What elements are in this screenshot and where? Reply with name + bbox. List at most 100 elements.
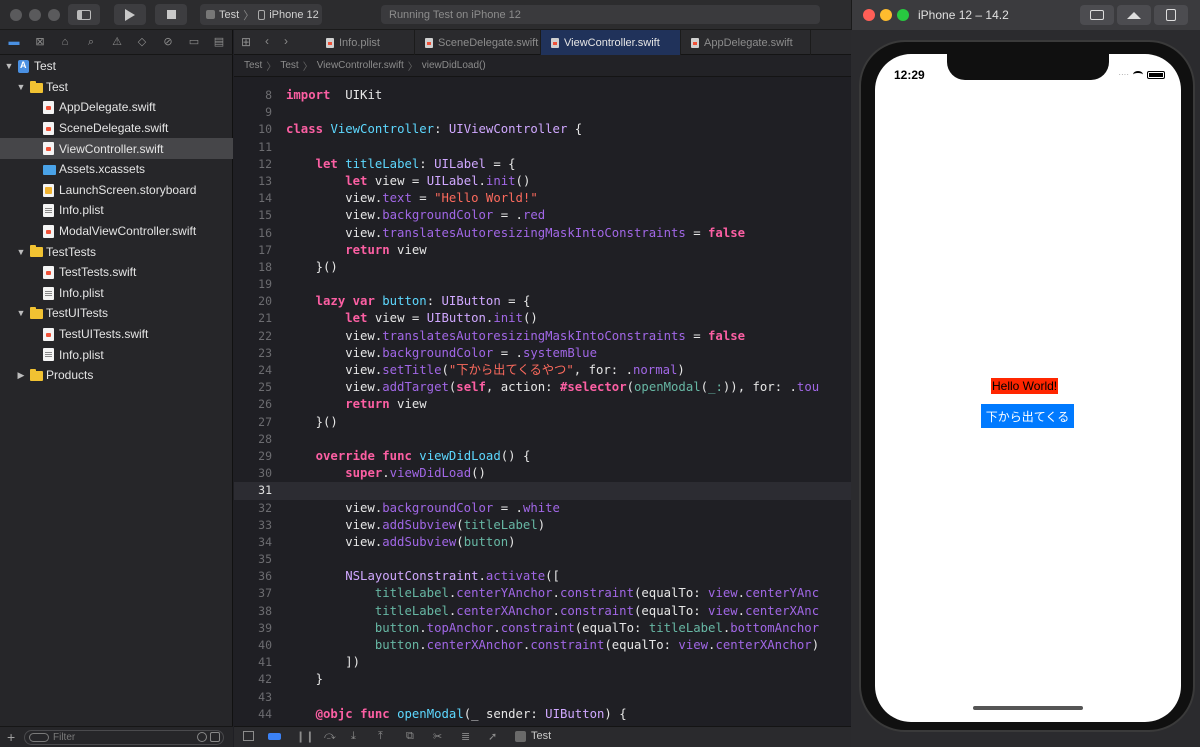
recent-files-icon[interactable] (197, 732, 207, 742)
code-line[interactable]: 29 override func viewDidLoad() { (234, 448, 858, 465)
tree-item[interactable]: TestTests.swift (0, 262, 233, 283)
tree-item[interactable]: Assets.xcassets (0, 159, 233, 180)
step-over-icon[interactable]: ⤼ (324, 730, 336, 743)
breadcrumb-item[interactable]: viewDidLoad() (422, 60, 486, 71)
editor-tab[interactable]: ViewController.swift (541, 30, 681, 55)
breadcrumb-item[interactable]: ViewController.swift (317, 60, 404, 71)
zoom-window-button[interactable] (48, 9, 60, 21)
code-line[interactable]: 14 view.text = "Hello World!" (234, 190, 858, 207)
sim-minimize-button[interactable] (880, 9, 892, 21)
code-line[interactable]: 8 import UIKit (234, 87, 858, 104)
memory-graph-icon[interactable]: ✂ (433, 730, 442, 743)
code-line[interactable]: 12 let titleLabel: UILabel = { (234, 156, 858, 173)
code-line[interactable]: 16 view.translatesAutoresizingMaskIntoCo… (234, 225, 858, 242)
jump-bar[interactable]: Test 〉 Test 〉 ViewController.swift 〉 viewDidLo… (234, 55, 858, 77)
find-navigator-icon[interactable]: ⌕ (84, 36, 98, 48)
home-button[interactable] (1117, 5, 1151, 25)
code-line[interactable]: 11 (234, 139, 858, 156)
code-line[interactable]: 33 view.addSubview(titleLabel) (234, 517, 858, 534)
hide-debug-icon[interactable] (243, 731, 254, 741)
tree-item[interactable]: ViewController.swift (0, 138, 233, 159)
code-area[interactable]: 8 import UIKit 9 10 class ViewController: UI… (234, 87, 858, 723)
breadcrumb-item[interactable]: Test (244, 60, 262, 71)
scm-filter-icon[interactable] (210, 732, 220, 742)
tree-item[interactable]: ▼ TestUITests (0, 303, 233, 324)
run-button[interactable] (114, 4, 146, 25)
code-line[interactable]: 32 view.backgroundColor = .white (234, 500, 858, 517)
view-hierarchy-icon[interactable]: ⧉ (406, 730, 414, 743)
code-line[interactable]: 13 let view = UILabel.init() (234, 173, 858, 190)
filter-field[interactable]: Filter (24, 730, 224, 745)
code-line[interactable]: 27 }() (234, 414, 858, 431)
report-navigator-icon[interactable]: ▤ (212, 36, 226, 48)
environment-icon[interactable]: ≣ (461, 730, 470, 743)
step-in-icon[interactable]: ⤓ (351, 730, 356, 743)
tree-item[interactable]: AppDelegate.swift (0, 97, 233, 118)
editor-tab[interactable]: Info.plist (316, 30, 415, 55)
step-out-icon[interactable]: ⤒ (378, 730, 383, 743)
tree-item[interactable]: ModalViewController.swift (0, 221, 233, 242)
disclosure-open-icon[interactable]: ▼ (16, 82, 26, 92)
pause-icon[interactable]: ❙❙ (296, 730, 314, 743)
code-line[interactable]: 35 (234, 551, 858, 568)
code-line[interactable]: 26 return view (234, 396, 858, 413)
code-line[interactable]: 42 } (234, 671, 858, 688)
code-line[interactable]: 37 titleLabel.centerYAnchor.constraint(e… (234, 585, 858, 602)
tree-item[interactable]: Info.plist (0, 344, 233, 365)
add-icon[interactable]: + (7, 729, 15, 745)
close-window-button[interactable] (10, 9, 22, 21)
tree-item[interactable]: LaunchScreen.storyboard (0, 180, 233, 201)
test-navigator-icon[interactable]: ◇ (135, 36, 149, 48)
forward-icon[interactable]: › (284, 34, 288, 48)
code-line[interactable]: 44 @objc func openModal(_ sender: UIButt… (234, 706, 858, 723)
code-line[interactable]: 43 (234, 689, 858, 706)
code-line[interactable]: 9 (234, 104, 858, 121)
code-line[interactable]: 36 NSLayoutConstraint.activate([ (234, 568, 858, 585)
code-line[interactable]: 17 return view (234, 242, 858, 259)
disclosure-open-icon[interactable]: ▼ (16, 247, 26, 257)
code-line[interactable]: 22 view.translatesAutoresizingMaskIntoCo… (234, 328, 858, 345)
tree-item[interactable]: SceneDelegate.swift (0, 118, 233, 139)
tree-item[interactable]: ▼ Test (0, 56, 233, 77)
code-line[interactable]: 25 view.addTarget (self, action: #selecto… (234, 379, 858, 396)
disclosure-closed-icon[interactable]: ▶ (16, 370, 26, 381)
sim-close-button[interactable] (863, 9, 875, 21)
source-control-icon[interactable]: ⊠ (33, 36, 47, 48)
breakpoints-toggle-icon[interactable] (268, 733, 281, 740)
tree-item[interactable]: Info.plist (0, 283, 233, 304)
symbol-navigator-icon[interactable]: ⌂ (58, 36, 72, 48)
breadcrumb-item[interactable]: Test (280, 60, 298, 71)
disclosure-open-icon[interactable]: ▼ (4, 61, 14, 71)
issue-navigator-icon[interactable]: ⚠ (110, 36, 124, 48)
home-indicator[interactable] (973, 706, 1083, 710)
editor-options-icon[interactable]: ⊞ (241, 35, 251, 49)
location-icon[interactable]: ➚ (488, 730, 497, 743)
disclosure-open-icon[interactable]: ▼ (16, 308, 26, 318)
tree-item[interactable]: ▼ TestTests (0, 241, 233, 262)
code-line[interactable]: 18 }() (234, 259, 858, 276)
tree-item[interactable]: ▶ Products (0, 365, 233, 386)
tree-item[interactable]: TestUITests.swift (0, 324, 233, 345)
minimize-window-button[interactable] (29, 9, 41, 21)
code-line[interactable]: 20 lazy var button: UIButton = { (234, 293, 858, 310)
code-line[interactable]: 30 super.viewDidLoad() (234, 465, 858, 482)
rotate-button[interactable] (1154, 5, 1188, 25)
code-line[interactable]: 40 button.centerXAnchor.constraint(equal… (234, 637, 858, 654)
tree-item[interactable]: Info.plist (0, 200, 233, 221)
code-line[interactable]: 31 (234, 482, 858, 500)
scheme-selector[interactable]: Test 〉 iPhone 12 (200, 4, 322, 25)
editor-tab[interactable]: SceneDelegate.swift (415, 30, 541, 55)
breakpoint-navigator-icon[interactable]: ▭ (187, 36, 201, 48)
stop-button[interactable] (155, 4, 187, 25)
code-line[interactable]: 10 class ViewController: UIViewController… (234, 121, 858, 138)
code-line[interactable]: 38 titleLabel.centerXAnchor.constraint(e… (234, 603, 858, 620)
back-icon[interactable]: ‹ (265, 34, 269, 48)
editor-tab[interactable]: AppDelegate.swift (681, 30, 811, 55)
debug-navigator-icon[interactable]: ⊘ (161, 36, 175, 48)
code-line[interactable]: 28 (234, 431, 858, 448)
tree-item[interactable]: ▼ Test (0, 77, 233, 98)
sim-zoom-button[interactable] (897, 9, 909, 21)
code-line[interactable]: 34 view.addSubview(button) (234, 534, 858, 551)
toggle-navigator-button[interactable] (68, 4, 100, 25)
code-line[interactable]: 19 (234, 276, 858, 293)
